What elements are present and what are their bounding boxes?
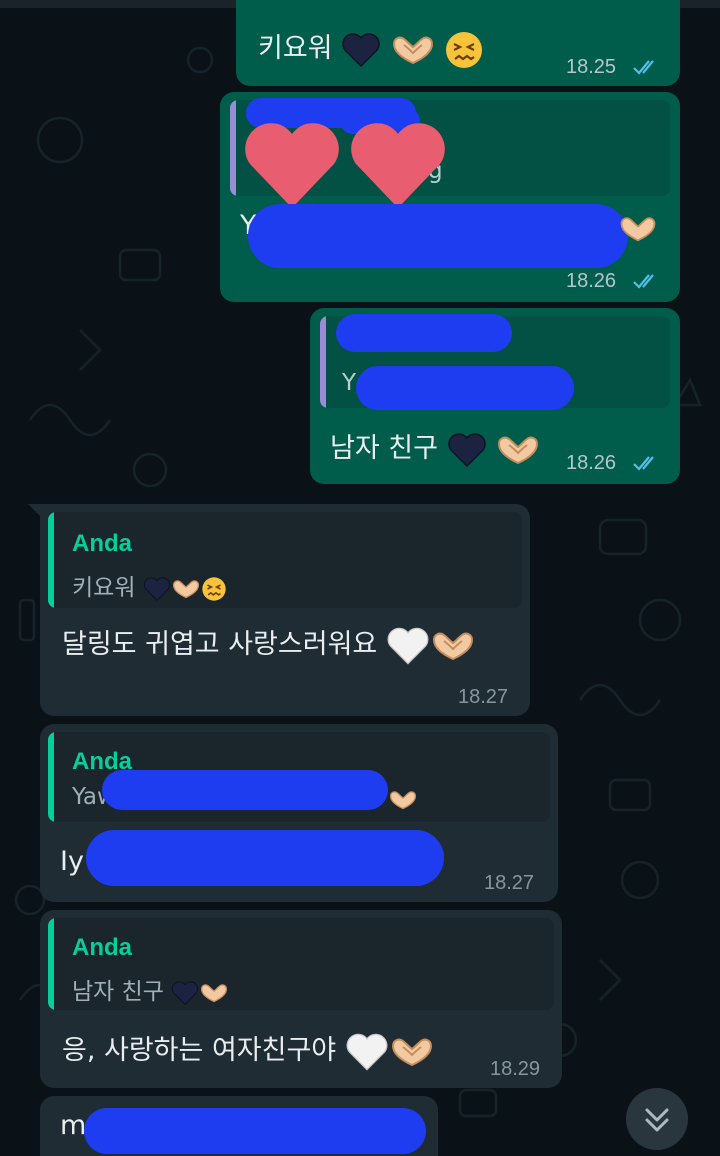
- scroll-to-bottom-button[interactable]: [626, 1088, 688, 1150]
- message-bubble-incoming[interactable]: m: [40, 1096, 438, 1156]
- redaction-mark: [86, 830, 444, 886]
- quote-accent-bar: [320, 316, 326, 408]
- heart-hands-icon: [389, 791, 417, 810]
- redaction-mark: [84, 1108, 426, 1154]
- quote-author: Anda: [72, 934, 132, 961]
- read-ticks-icon: [633, 456, 654, 471]
- message-time: 18.27: [484, 872, 535, 894]
- redaction-mark: [248, 204, 628, 268]
- black-heart-icon: [342, 32, 380, 67]
- message-time: 18.26: [566, 270, 617, 292]
- heart-hands-icon: [391, 1038, 432, 1066]
- quoted-message[interactable]: Anda 키요워: [48, 512, 522, 608]
- message-text: m: [60, 1110, 87, 1141]
- message-bubble-outgoing[interactable]: Ma g Y 18.26: [220, 92, 680, 302]
- black-heart-icon: [447, 432, 486, 467]
- pink-heart-icon: [351, 123, 445, 208]
- message-text: 키요워: [258, 33, 333, 64]
- pink-heart-icon: [245, 123, 339, 208]
- quote-accent-bar: [230, 100, 236, 196]
- white-heart-icon: [346, 1033, 388, 1071]
- redaction-mark: [336, 314, 512, 352]
- message-bubble-outgoing[interactable]: 키요워 18.25: [236, 0, 680, 86]
- heart-hands-icon: [432, 632, 473, 660]
- confounded-face-icon: [202, 576, 226, 601]
- message-text: 달링도 귀엽고 사랑스러워요: [62, 629, 378, 660]
- heart-hands-icon: [172, 579, 199, 598]
- message-bubble-incoming[interactable]: Anda 키요워 달링도 귀엽고 사랑스러워요 18.27: [40, 504, 530, 716]
- quote-text: Y: [342, 370, 357, 396]
- message-text: 응, 사랑하는 여자친구야: [62, 1035, 337, 1066]
- read-ticks-icon: [633, 60, 654, 75]
- heart-hands-icon: [201, 983, 228, 1002]
- read-ticks-icon: [633, 274, 654, 289]
- confounded-face-icon: [446, 31, 483, 68]
- double-chevron-down-icon: [645, 1108, 669, 1132]
- message-bubble-incoming[interactable]: Anda 남자 친구 응, 사랑하는 여자친구야 18.29: [40, 910, 562, 1088]
- quote-author: Anda: [72, 530, 132, 557]
- black-heart-icon: [172, 980, 199, 1005]
- heart-hands-icon: [498, 436, 539, 464]
- heart-hands-icon: [392, 36, 433, 64]
- redaction-mark: [356, 366, 574, 410]
- message-bubble-outgoing[interactable]: Y 남자 친구 18.26: [310, 308, 680, 484]
- white-heart-icon: [387, 627, 429, 665]
- redaction-mark: [102, 770, 388, 810]
- message-text: 남자 친구: [330, 433, 438, 464]
- black-heart-icon: [143, 576, 170, 601]
- message-time: 18.25: [566, 56, 617, 78]
- chat-screen: 키요워 18.25 Ma g: [0, 0, 720, 1156]
- quoted-message[interactable]: Anda 남자 친구: [48, 918, 554, 1010]
- quote-text: 키요워: [72, 575, 136, 601]
- heart-hands-icon: [620, 217, 656, 242]
- quote-accent-bar: [48, 732, 54, 822]
- quote-accent-bar: [48, 512, 54, 608]
- message-bubble-incoming[interactable]: Anda Yawes, Iy 18.27: [40, 724, 558, 902]
- message-text: Iy: [60, 846, 84, 877]
- message-time: 18.29: [490, 1058, 541, 1080]
- message-time: 18.26: [566, 452, 617, 474]
- quote-accent-bar: [48, 918, 54, 1010]
- message-time: 18.27: [458, 686, 509, 708]
- quote-text: 남자 친구: [72, 979, 164, 1005]
